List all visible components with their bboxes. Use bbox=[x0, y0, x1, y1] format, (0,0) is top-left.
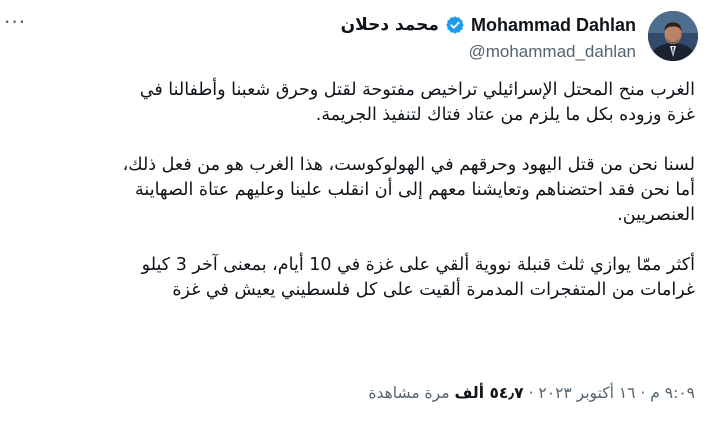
views-count: ٥٤٫٧ ألف bbox=[454, 384, 524, 402]
user-handle[interactable]: @mohammad_dahlan bbox=[341, 42, 636, 62]
tweet-paragraph-2: لسنا نحن من قتل اليهود وحرقهم في الهولوك… bbox=[122, 155, 695, 225]
more-options-button[interactable]: ··· bbox=[4, 12, 26, 32]
views-label: مرة مشاهدة bbox=[368, 384, 455, 402]
tweet-meta: ٩:٠٩ م · ١٦ أكتوبر ٢٠٢٣ · ٥٤٫٧ ألف مرة م… bbox=[368, 384, 695, 402]
tweet-header: محمد دحلان Mohammad Dahlan @mohammad_dah… bbox=[341, 12, 636, 62]
timestamp-link[interactable]: ٩:٠٩ م · ١٦ أكتوبر ٢٠٢٣ · bbox=[524, 384, 695, 402]
name-row[interactable]: محمد دحلان Mohammad Dahlan bbox=[341, 12, 636, 38]
display-name-arabic[interactable]: محمد دحلان bbox=[341, 15, 439, 35]
verified-badge-icon[interactable] bbox=[445, 15, 465, 35]
tweet-paragraph-3: أكثر ممّا يوازي ثلث قنبلة نووية ألقي على… bbox=[141, 255, 695, 300]
profile-photo bbox=[648, 11, 698, 61]
avatar[interactable] bbox=[648, 11, 698, 61]
tweet-paragraph-1: الغرب منح المحتل الإسرائيلي تراخيص مفتوح… bbox=[139, 80, 695, 125]
more-icon: ··· bbox=[4, 10, 27, 34]
tweet-text: الغرب منح المحتل الإسرائيلي تراخيص مفتوح… bbox=[55, 78, 695, 303]
tweet-card: ··· محمد دحلان Mohammad Dahlan @mohammad… bbox=[0, 0, 709, 427]
display-name[interactable]: Mohammad Dahlan bbox=[471, 15, 636, 36]
